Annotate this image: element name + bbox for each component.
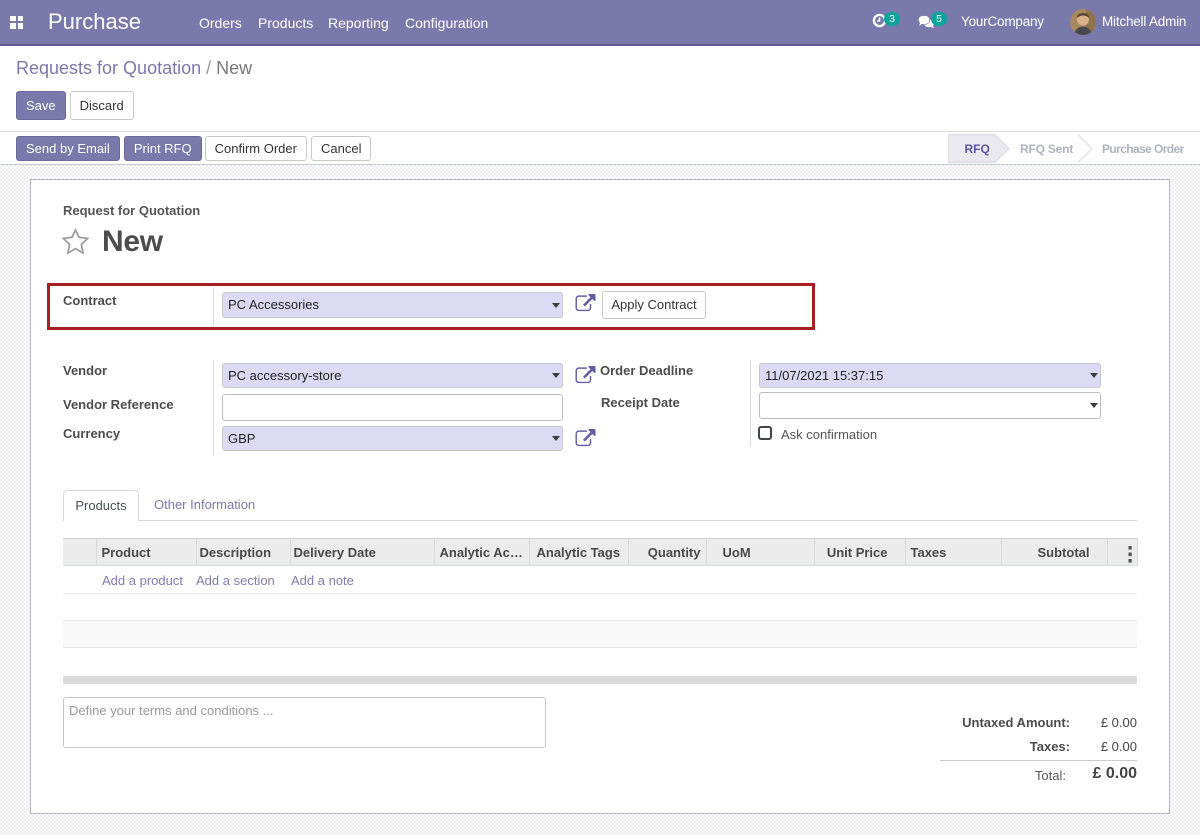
svg-text:RFQ: RFQ [965, 142, 990, 156]
svg-text:Purchase Order: Purchase Order [1102, 142, 1185, 156]
svg-text:RFQ Sent: RFQ Sent [1020, 142, 1073, 156]
